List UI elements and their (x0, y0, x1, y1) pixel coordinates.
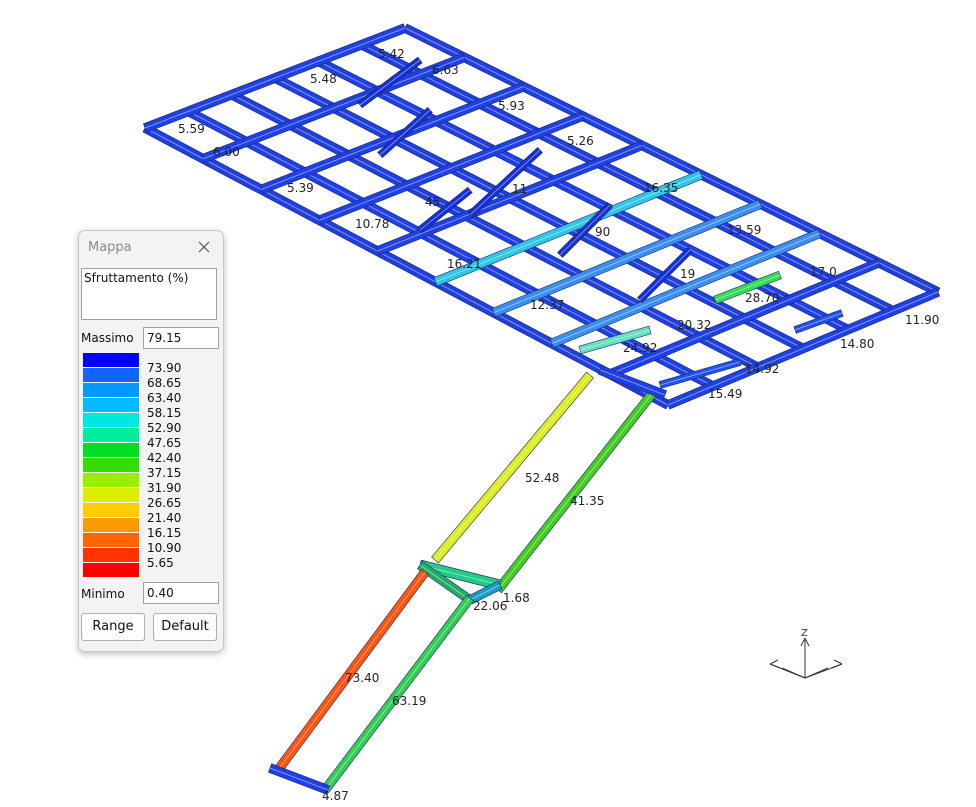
scale-swatch (83, 398, 139, 412)
max-label: Massimo (81, 331, 134, 345)
member-value-label: 63.19 (392, 694, 426, 708)
member-value-label: 45 (425, 195, 440, 209)
member-value-label: 11.90 (905, 313, 939, 327)
color-scale: 73.90 68.65 63.40 58.15 52.90 47.65 42.40 37.15… (83, 353, 181, 579)
scale-swatch (83, 563, 139, 577)
member-value-label: 1.68 (503, 591, 530, 605)
default-button[interactable]: Default (153, 613, 217, 641)
landing-beam (597, 365, 668, 400)
z-axis-label: Z (801, 628, 808, 639)
member-value-label: 12.37 (530, 298, 564, 312)
min-value-input[interactable] (143, 582, 219, 604)
scale-tick: 5.65 (147, 556, 174, 570)
scale-swatch (83, 383, 139, 397)
scale-swatch (83, 413, 139, 427)
scale-tick: 68.65 (147, 376, 182, 390)
member-value-label: 73.40 (345, 671, 379, 685)
scale-tick: 31.90 (147, 481, 182, 495)
member-value-label: 41.35 (570, 494, 604, 508)
member-value-label: 52.48 (525, 471, 559, 485)
member-value-label: 19 (680, 267, 695, 281)
member-value-label: 4.87 (322, 789, 349, 803)
close-button[interactable] (195, 238, 213, 256)
member-value-label: 6.63 (432, 63, 459, 77)
member-value-label: 11 (512, 182, 527, 196)
scale-swatch (83, 473, 139, 487)
member-value-label: 10.78 (355, 217, 389, 231)
member-value-label: 16.21 (447, 257, 481, 271)
walkway-beam (431, 371, 594, 564)
map-legend-panel[interactable]: Mappa Sfruttamento (%) Massimo 73.9068.6… (78, 230, 224, 652)
member-value-label: 17.0 (810, 265, 837, 279)
scale-tick: 16.15 (147, 526, 182, 540)
scale-tick: 42.40 (147, 451, 182, 465)
max-value-input[interactable] (143, 327, 219, 349)
member-value-label: 90 (595, 225, 610, 239)
scale-tick: 47.65 (147, 436, 182, 450)
range-button[interactable]: Range (81, 613, 145, 641)
member-value-label: 24.92 (623, 341, 657, 355)
member-value-label: 6.00 (213, 145, 240, 159)
scale-swatch (83, 518, 139, 532)
axis-triad-icon: Z (769, 628, 843, 679)
scale-swatch (83, 488, 139, 502)
member-value-label: 5.93 (498, 99, 525, 113)
member-value-label: 13.59 (727, 223, 761, 237)
scale-swatch (83, 533, 139, 547)
panel-title: Mappa (88, 240, 132, 255)
member-value-label: 5.59 (178, 122, 205, 136)
scale-swatch (83, 368, 139, 382)
scale-tick: 73.90 (147, 361, 182, 375)
scale-swatch (83, 503, 139, 517)
member-value-label: 28.70 (745, 291, 779, 305)
member-value-label: 5.42 (378, 47, 405, 61)
member-value-label: 5.39 (287, 181, 314, 195)
member-value-label: 5.48 (310, 72, 337, 86)
scale-swatch (83, 353, 139, 367)
member-value-label: 15.49 (708, 387, 742, 401)
member-value-label: 14.80 (840, 337, 874, 351)
member-value-label: 16.35 (644, 181, 678, 195)
member-value-label: 20.32 (677, 318, 711, 332)
scale-swatch (83, 548, 139, 562)
scale-tick: 58.15 (147, 406, 182, 420)
scale-swatch (83, 443, 139, 457)
scale-tick: 10.90 (147, 541, 182, 555)
scale-tick: 26.65 (147, 496, 182, 510)
close-icon (198, 241, 210, 253)
scale-tick: 21.40 (147, 511, 182, 525)
scale-tick: 52.90 (147, 421, 182, 435)
min-label: Minimo (81, 587, 125, 601)
scale-tick: 37.15 (147, 466, 182, 480)
walkway-end-beam (268, 763, 330, 795)
scale-tick: 63.40 (147, 391, 182, 405)
member-value-label: 5.26 (567, 134, 594, 148)
scale-swatch (83, 458, 139, 472)
member-value-label: 14.92 (745, 362, 779, 376)
scale-swatch (83, 428, 139, 442)
quantity-description: Sfruttamento (%) (81, 268, 217, 320)
walkway-beam (494, 386, 659, 594)
